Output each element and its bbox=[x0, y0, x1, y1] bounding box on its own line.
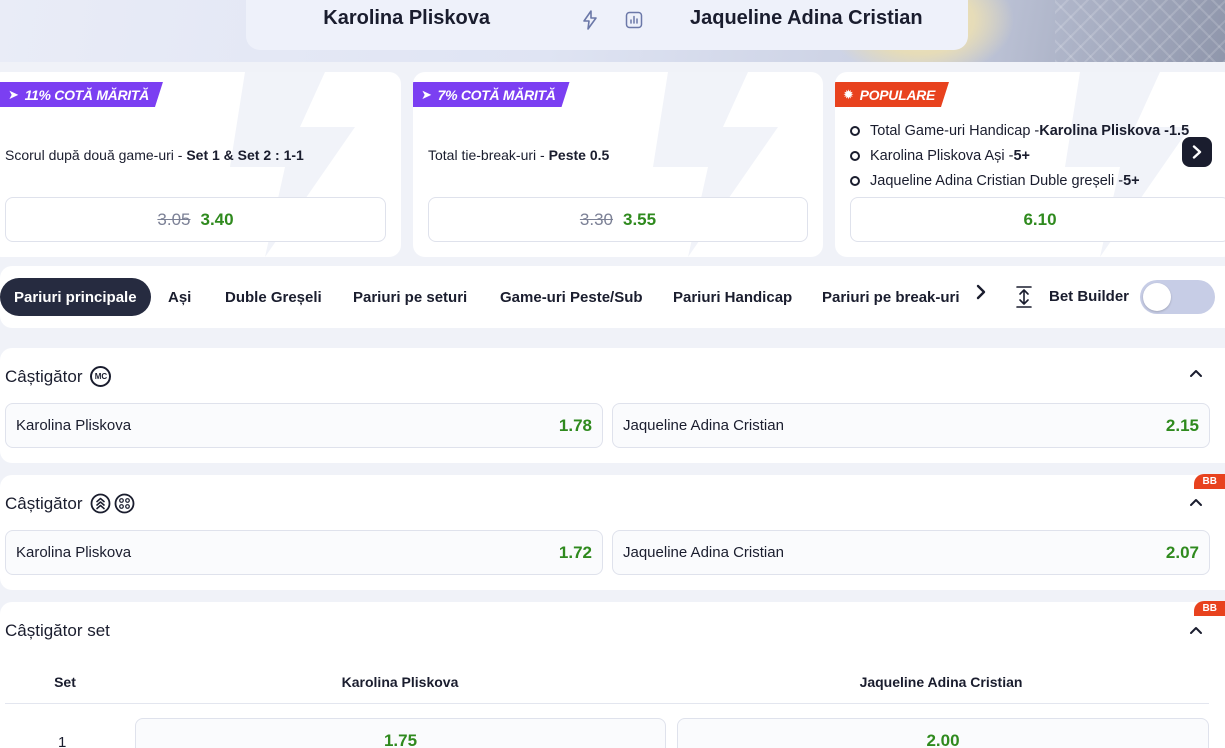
selection-button[interactable]: Karolina Pliskova 1.78 bbox=[5, 403, 603, 448]
selection-name: Karolina Pliskova bbox=[16, 417, 132, 434]
promo-market: Total tie-break-uri - bbox=[428, 147, 549, 163]
popular-tag-label: POPULARE bbox=[859, 86, 935, 103]
combined-odd: 6.10 bbox=[1023, 209, 1057, 229]
next-carousel-button[interactable] bbox=[1182, 137, 1212, 167]
list-item: Jaqueline Adina Cristian Duble greșeli -… bbox=[850, 168, 1189, 193]
selection-name: Jaqueline Adina Cristian bbox=[623, 417, 784, 434]
chevron-right-icon bbox=[1192, 145, 1202, 159]
selection-button[interactable]: Jaqueline Adina Cristian 2.07 bbox=[612, 530, 1210, 575]
popular-item-selection: 5+ bbox=[1013, 147, 1030, 164]
selection-button[interactable]: Jaqueline Adina Cristian 2.15 bbox=[612, 403, 1210, 448]
chevron-up-icon[interactable] bbox=[1187, 621, 1205, 639]
boosted-odd: 3.40 bbox=[200, 209, 234, 229]
selection-odd: 1.78 bbox=[558, 415, 592, 435]
market-title-text: Câștigător bbox=[5, 493, 83, 513]
list-item: Karolina Pliskova Ași - 5+ bbox=[850, 143, 1189, 168]
live-lightning-icon[interactable] bbox=[579, 9, 601, 31]
stacked-chevrons-icon bbox=[91, 493, 111, 514]
bet-builder-toggle[interactable] bbox=[1140, 280, 1215, 314]
boosted-odd-button[interactable]: 3.30 3.55 bbox=[428, 197, 808, 242]
promo-description: Scorul după două game-uri - Set 1 & Set … bbox=[5, 147, 304, 163]
market-title[interactable]: Câștigător bbox=[5, 493, 135, 514]
market-winner: Câștigător MC Karolina Pliskova 1.78 Jaq… bbox=[0, 348, 1225, 463]
market-winner-bb: BB Câștigător Karolina Pliskova 1.72 Jaq… bbox=[0, 474, 1225, 590]
boosted-odds-card-1[interactable]: ➤ 11% COTĂ MĂRITĂ Scorul după două game-… bbox=[0, 72, 401, 257]
boosted-odd-button[interactable]: 3.05 3.40 bbox=[5, 197, 386, 242]
boost-tag: ➤ 7% COTĂ MĂRITĂ bbox=[413, 82, 570, 107]
popular-item-selection: Karolina Pliskova -1.5 bbox=[1039, 122, 1190, 139]
promo-selection: Peste 0.5 bbox=[548, 147, 610, 163]
boosted-odds-card-2[interactable]: ➤ 7% COTĂ MĂRITĂ Total tie-break-uri - P… bbox=[413, 72, 823, 257]
popular-item-market: Total Game-uri Handicap - bbox=[870, 122, 1040, 139]
home-team-name: Karolina Pliskova bbox=[323, 7, 490, 29]
rocket-icon: ➤ bbox=[421, 86, 432, 102]
column-header-home: Karolina Pliskova bbox=[341, 674, 459, 690]
match-header: Karolina Pliskova Jaqueline Adina Cristi… bbox=[246, 0, 968, 50]
bullet-circle-icon bbox=[850, 125, 860, 136]
tab-pariuri-pe-seturi[interactable]: Pariuri pe seturi bbox=[339, 278, 481, 316]
popular-item-selection: 5+ bbox=[1123, 172, 1140, 189]
popular-odd-button[interactable]: 6.10 bbox=[850, 197, 1225, 242]
list-item: Total Game-uri Handicap - Karolina Plisk… bbox=[850, 118, 1189, 143]
market-title-text: Câștigător set bbox=[5, 621, 110, 640]
toggle-knob bbox=[1143, 283, 1171, 311]
column-header-set: Set bbox=[54, 674, 76, 690]
column-header-away: Jaqueline Adina Cristian bbox=[859, 674, 1023, 690]
bet-builder-label: Bet Builder bbox=[1049, 288, 1130, 305]
mc-badge-icon: MC bbox=[90, 366, 112, 387]
chevron-up-icon[interactable] bbox=[1187, 364, 1205, 382]
rocket-icon: ➤ bbox=[8, 86, 19, 102]
original-odd: 3.05 bbox=[157, 209, 191, 229]
selection-odd: 2.07 bbox=[1165, 542, 1199, 562]
selection-odd: 1.72 bbox=[558, 542, 592, 562]
promo-selection: Set 1 & Set 2 : 1-1 bbox=[186, 147, 304, 163]
popular-bets-card[interactable]: ✹ POPULARE Total Game-uri Handicap - Kar… bbox=[835, 72, 1225, 257]
popular-item-market: Karolina Pliskova Ași - bbox=[870, 147, 1014, 164]
popular-selection-list: Total Game-uri Handicap - Karolina Plisk… bbox=[850, 118, 1189, 193]
divider bbox=[5, 703, 1209, 704]
bullet-circle-icon bbox=[850, 150, 860, 161]
promo-market: Scorul după două game-uri - bbox=[5, 147, 187, 163]
market-title-text: Câștigător bbox=[5, 366, 83, 386]
selection-odd: 2.15 bbox=[1165, 415, 1199, 435]
set-number: 1 bbox=[58, 734, 67, 748]
statistics-icon[interactable] bbox=[623, 9, 645, 31]
hero-background-net bbox=[1055, 0, 1225, 62]
market-title[interactable]: Câștigător MC bbox=[5, 366, 112, 387]
market-tabs-bar: Pariuri principale Ași Duble Greșeli Par… bbox=[0, 266, 1225, 328]
market-set-winner: BB Câștigător set Set Karolina Pliskova … bbox=[0, 601, 1225, 748]
popular-tag: ✹ POPULARE bbox=[835, 82, 949, 107]
set-score-icon bbox=[115, 493, 135, 514]
tab-duble-greseli[interactable]: Duble Greșeli bbox=[211, 278, 336, 316]
popular-item-market: Jaqueline Adina Cristian Duble greșeli - bbox=[870, 172, 1124, 189]
bet-builder-badge: BB bbox=[1193, 601, 1225, 616]
bet-builder-badge: BB bbox=[1193, 474, 1225, 489]
event-hero: Karolina Pliskova Jaqueline Adina Cristi… bbox=[0, 0, 1225, 62]
original-odd: 3.30 bbox=[579, 209, 613, 229]
boost-tag-label: 7% COTĂ MĂRITĂ bbox=[437, 86, 556, 103]
promo-description: Total tie-break-uri - Peste 0.5 bbox=[428, 147, 609, 163]
market-title[interactable]: Câștigător set bbox=[5, 621, 110, 641]
selection-name: Jaqueline Adina Cristian bbox=[623, 544, 784, 561]
tab-pariuri-pe-break-uri[interactable]: Pariuri pe break-uri bbox=[808, 278, 974, 316]
chevron-up-icon[interactable] bbox=[1187, 493, 1205, 511]
tab-pariuri-principale[interactable]: Pariuri principale bbox=[0, 278, 151, 316]
tab-pariuri-handicap[interactable]: Pariuri Handicap bbox=[659, 278, 806, 316]
tab-asi[interactable]: Ași bbox=[154, 278, 205, 316]
set-home-odd-button[interactable]: 1.75 bbox=[135, 718, 666, 748]
bullet-circle-icon bbox=[850, 175, 860, 186]
boost-tag-label: 11% COTĂ MĂRITĂ bbox=[24, 86, 149, 103]
away-team-name: Jaqueline Adina Cristian bbox=[690, 7, 923, 29]
selection-name: Karolina Pliskova bbox=[16, 544, 132, 561]
expand-vertical-icon[interactable] bbox=[1013, 285, 1035, 309]
boost-tag: ➤ 11% COTĂ MĂRITĂ bbox=[0, 82, 163, 107]
tabs-scroll-right-icon[interactable] bbox=[975, 283, 987, 307]
selection-button[interactable]: Karolina Pliskova 1.72 bbox=[5, 530, 603, 575]
fire-icon: ✹ bbox=[843, 86, 854, 102]
boosted-odd: 3.55 bbox=[623, 209, 657, 229]
tab-game-uri-peste-sub[interactable]: Game-uri Peste/Sub bbox=[486, 278, 657, 316]
set-away-odd-button[interactable]: 2.00 bbox=[677, 718, 1209, 748]
